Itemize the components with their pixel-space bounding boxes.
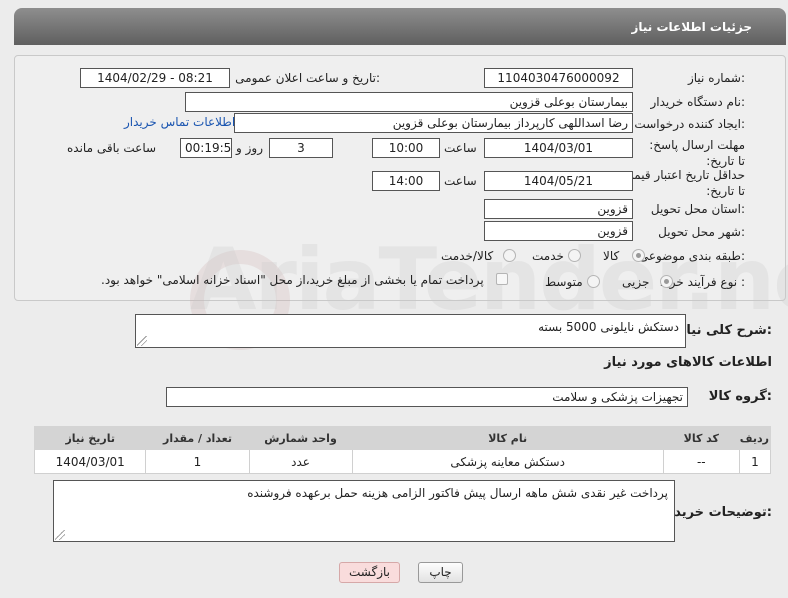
page-header: جزئیات اطلاعات نیاز [14,8,786,45]
days-label: روز و [236,141,263,155]
announce-label: تاریخ و ساعت اعلان عمومی: [235,71,380,85]
goods-section-title: اطلاعات کالاهای مورد نیاز [604,355,772,370]
validity-label: حداقل تاریخ اعتبار قیمت: تا تاریخ: [618,168,745,198]
cell-qty: 1 [145,449,250,474]
description-label: شرح کلی نیاز: [678,323,772,338]
goods-table-header: ردیف کد کالا نام کالا واحد شمارش تعداد /… [33,426,772,450]
validity-time-field[interactable]: 14:00 [372,171,440,191]
page-title: جزئیات اطلاعات نیاز [631,20,752,34]
buyer-notes-text: پرداخت غیر نقدی شش ماهه ارسال پیش فاکتور… [247,486,668,500]
remaining-label: ساعت باقی مانده [67,141,157,155]
goods-group-label: گروه کالا: [708,389,772,404]
cell-name: دستکش معاینه پزشکی [351,449,664,474]
col-date: تاریخ نیاز [33,426,147,450]
need-number-label: شماره نیاز: [687,71,745,85]
city-label: شهر محل تحویل: [658,225,745,239]
days-field[interactable]: 3 [269,138,333,158]
col-name: نام کالا [351,426,664,450]
print-button[interactable]: چاپ [418,562,463,583]
need-number-field[interactable]: 1104030476000092 [484,68,633,88]
process-option-medium: متوسط [545,275,583,289]
treasury-checkbox[interactable] [496,273,508,285]
reply-deadline-label: مهلت ارسال پاسخ: تا تاریخ: [649,138,745,168]
reply-time-field[interactable]: 10:00 [372,138,440,158]
process-radio-minor[interactable] [660,275,673,288]
category-radio-goods-service[interactable] [503,249,516,262]
col-code: کد کالا [662,426,740,450]
col-qty: تعداد / مقدار [145,426,250,450]
province-field[interactable]: قزوین [484,199,633,219]
remaining-time-field[interactable]: 00:19:53 [180,138,232,158]
description-text: دستکش نایلونی 5000 بسته [538,320,679,334]
buyer-org-field[interactable]: بیمارستان بوعلی قزوین [185,92,633,112]
process-option-minor: جزیی [622,275,650,289]
validity-date-field[interactable]: 1404/05/21 [484,171,633,191]
description-textarea[interactable]: دستکش نایلونی 5000 بسته [135,314,686,348]
goods-table: ردیف کد کالا نام کالا واحد شمارش تعداد /… [33,426,772,474]
reply-time-label: ساعت [444,141,477,155]
cell-date: 1404/03/01 [33,449,147,474]
goods-group-field[interactable]: تجهیزات پزشکی و سلامت [166,387,688,407]
category-label: طبقه بندی موضوعی: [638,249,745,263]
resize-handle-icon[interactable] [55,530,65,540]
announce-field[interactable]: 1404/02/29 - 08:21 [80,68,230,88]
category-radio-service[interactable] [568,249,581,262]
resize-handle-icon[interactable] [137,336,147,346]
buyer-notes-label: توضیحات خریدار: [662,505,772,520]
cell-code: -- [662,449,740,474]
payment-note: پرداخت تمام یا بخشی از مبلغ خرید،از محل … [101,273,484,287]
creator-field[interactable]: رضا اسداللهی کارپرداز بیمارستان بوعلی قز… [234,113,633,133]
creator-label: ایجاد کننده درخواست: [634,117,745,131]
col-row: ردیف [738,426,772,450]
col-unit: واحد شمارش [248,426,353,450]
category-radio-goods[interactable] [632,249,645,262]
table-row: 1 -- دستکش معاینه پزشکی عدد 1 1404/03/01 [33,449,772,474]
reply-date-field[interactable]: 1404/03/01 [484,138,633,158]
buyer-notes-textarea[interactable]: پرداخت غیر نقدی شش ماهه ارسال پیش فاکتور… [53,480,675,542]
province-label: استان محل تحویل: [650,202,745,216]
contact-info-link[interactable]: اطلاعات تماس خریدار [124,115,235,129]
validity-time-label: ساعت [444,174,477,188]
cell-unit: عدد [248,449,353,474]
process-radio-medium[interactable] [587,275,600,288]
back-button[interactable]: بازگشت [339,562,400,583]
cell-row: 1 [738,449,772,474]
buyer-org-label: نام دستگاه خریدار: [650,95,746,109]
category-option-goods-service: کالا/خدمت [441,249,494,263]
city-field[interactable]: قزوین [484,221,633,241]
category-option-goods: کالا [603,249,620,263]
category-option-service: خدمت [532,249,564,263]
